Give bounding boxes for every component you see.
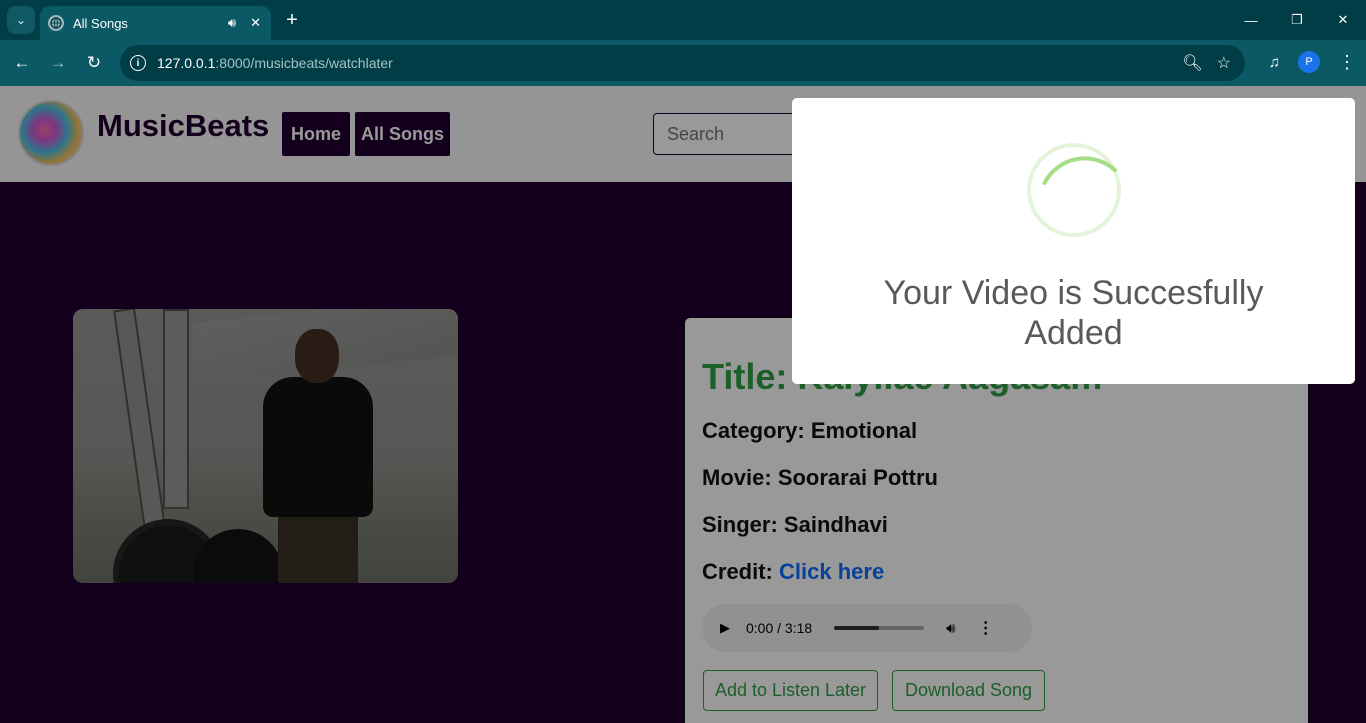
media-controls-icon[interactable]: ♫: [1269, 54, 1280, 71]
restore-button[interactable]: ❐: [1274, 0, 1320, 40]
minimize-button[interactable]: —: [1228, 0, 1274, 40]
reload-button[interactable]: ↻: [82, 51, 106, 75]
browser-toolbar: ← → ↻ i 127.0.0.1:8000/musicbeats/watchl…: [0, 40, 1366, 86]
tab-search-button[interactable]: ⌄: [7, 6, 35, 34]
profile-avatar[interactable]: P: [1298, 51, 1320, 73]
reload-icon: ↻: [86, 53, 102, 72]
browser-tab-strip: ⌄ All Songs 🔊︎ ✕ + — ❐ ✕: [0, 0, 1366, 40]
back-button[interactable]: ←: [10, 51, 34, 75]
arrow-left-icon: ←: [13, 53, 31, 72]
url-path: :8000/musicbeats/watchlater: [215, 55, 393, 71]
loading-spinner-icon: [1027, 143, 1121, 237]
site-info-icon[interactable]: i: [130, 55, 146, 71]
new-tab-button[interactable]: +: [282, 8, 302, 32]
zoom-icon[interactable]: 🔍︎: [1182, 53, 1202, 73]
url-host: 127.0.0.1: [157, 55, 216, 71]
address-bar[interactable]: i 127.0.0.1:8000/musicbeats/watchlater 🔍…: [120, 45, 1245, 81]
speaker-icon[interactable]: 🔊︎: [228, 15, 236, 31]
chevron-down-icon: ⌄: [15, 13, 27, 27]
arrow-right-icon: →: [49, 53, 67, 72]
close-tab-icon[interactable]: ✕: [250, 15, 261, 31]
window-controls: — ❐ ✕: [1228, 0, 1366, 40]
close-window-button[interactable]: ✕: [1320, 0, 1366, 40]
popup-message: Your Video is Succesfully Added: [883, 274, 1264, 352]
forward-button[interactable]: →: [46, 51, 70, 75]
bookmark-star-icon[interactable]: ☆: [1217, 53, 1231, 73]
tab-title: All Songs: [73, 15, 128, 31]
browser-menu-icon[interactable]: ⋮: [1338, 53, 1356, 71]
globe-icon: [48, 15, 64, 31]
browser-tab-active[interactable]: All Songs 🔊︎ ✕: [40, 6, 271, 40]
success-popup: Your Video is Succesfully Added: [792, 98, 1355, 384]
